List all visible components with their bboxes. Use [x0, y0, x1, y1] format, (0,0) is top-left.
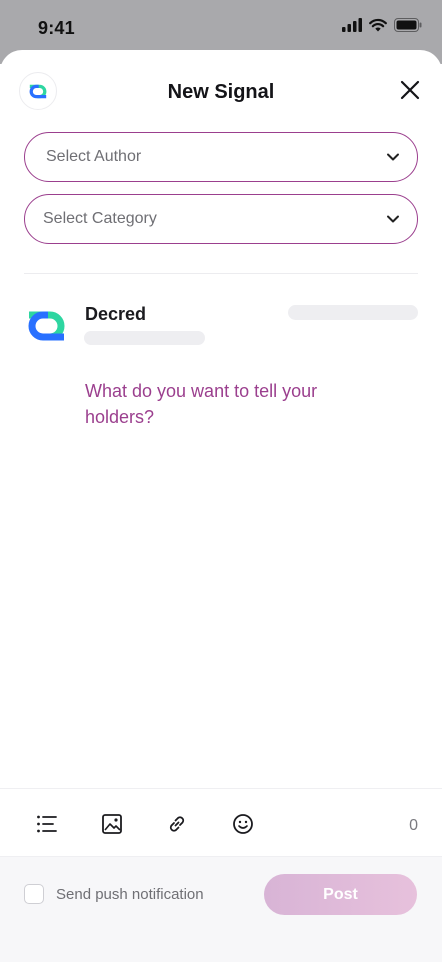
author-name: Decred [85, 304, 147, 324]
status-time: 9:41 [38, 18, 75, 38]
image-icon[interactable] [101, 813, 123, 835]
select-author-dropdown[interactable]: Select Author [24, 132, 418, 182]
new-signal-sheet: New Signal Select Author Select Category… [0, 50, 442, 962]
post-button[interactable]: Post [264, 874, 417, 915]
select-author-label: Select Author [46, 148, 142, 165]
close-icon[interactable] [400, 80, 420, 100]
compose-toolbar: 0 [0, 788, 442, 856]
select-category-label: Select Category [43, 210, 157, 227]
decred-logo-icon [28, 311, 65, 341]
push-notification-checkbox[interactable] [24, 884, 44, 904]
bullet-list-icon[interactable] [36, 813, 58, 835]
select-category-dropdown[interactable]: Select Category [24, 194, 418, 244]
cellular-signal-icon [342, 18, 362, 32]
link-icon[interactable] [166, 813, 188, 835]
battery-icon [394, 18, 422, 32]
compose-input[interactable]: What do you want to tell your holders? [85, 378, 385, 430]
emoji-icon[interactable] [232, 813, 254, 835]
skeleton-placeholder [84, 331, 205, 345]
chevron-down-icon [387, 215, 399, 223]
wifi-icon [369, 18, 387, 32]
character-count: 0 [409, 817, 418, 834]
compose-footer: Send push notification Post [0, 856, 442, 962]
chevron-down-icon [387, 153, 399, 161]
push-notification-label: Send push notification [56, 886, 204, 903]
skeleton-placeholder [288, 305, 418, 320]
page-title: New Signal [167, 81, 275, 103]
status-icons [342, 18, 422, 32]
author-row: Decred [0, 300, 442, 360]
divider [24, 273, 418, 274]
sheet-header: New Signal [0, 50, 442, 132]
